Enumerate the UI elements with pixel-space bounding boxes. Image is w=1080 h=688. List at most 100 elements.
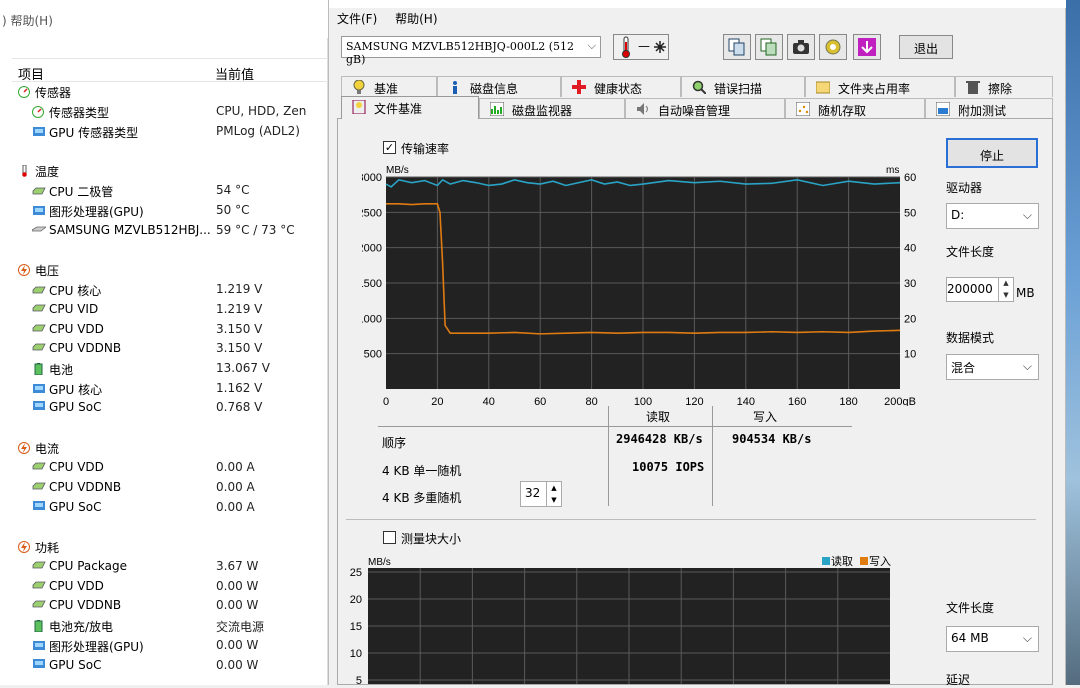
sensor-row[interactable]: CPU VDDNB 0.00 A (14, 478, 328, 498)
sensor-icon (18, 86, 30, 98)
y-tick-label: 15 (350, 621, 362, 633)
tab-error-scan-label: 错误扫描 (714, 82, 763, 96)
tab-disk-monitor-label: 磁盘监视器 (512, 104, 573, 118)
tab-aam[interactable]: 自动噪音管理 (625, 98, 785, 119)
y-tick-label: 1000 (362, 313, 382, 325)
copy-image-button[interactable] (755, 34, 783, 60)
screenshot-button[interactable] (787, 34, 815, 60)
stop-button[interactable]: 停止 (946, 138, 1038, 168)
x-tick-label: 200gB (884, 396, 916, 406)
sensor-row[interactable]: GPU 核心 1.162 V (14, 379, 328, 399)
tab-extra-tests-label: 附加测试 (958, 104, 1007, 118)
tab-erase-label: 擦除 (988, 82, 1013, 96)
sensor-group[interactable]: 温度 (14, 161, 328, 181)
data-mode-dropdown[interactable]: 混合 ⌵ (946, 354, 1039, 380)
menu-file[interactable]: 文件(F) (337, 12, 377, 26)
sensor-row[interactable]: 电池 13.067 V (14, 359, 328, 379)
sensor-row[interactable]: GPU SoC 0.00 W (14, 656, 328, 676)
transfer-rate-chart: 500 1000 1500 2000 2500 3000 10 20 30 40 50 60 0 20 40… (362, 165, 916, 406)
queue-depth-spinner[interactable]: ▲ ▼ (546, 482, 561, 506)
file-length-spinner[interactable]: ▲ ▼ (998, 277, 1013, 302)
sensor-row[interactable]: GPU SoC 0.00 A (14, 498, 328, 518)
options-button[interactable] (819, 34, 847, 60)
data-mode-value: 混合 (951, 361, 976, 375)
sensor-row-name: 图形处理器(GPU) (49, 205, 144, 219)
sensor-row[interactable]: SAMSUNG MZVLB512HBJ... 59 °C / 73 °C (14, 221, 328, 241)
col-item-header[interactable]: 项目 (18, 64, 44, 83)
folder-icon (816, 81, 830, 94)
file-length-label: 文件长度 (946, 245, 995, 259)
tab-file-benchmark[interactable]: 文件基准 (341, 96, 479, 119)
info-icon (453, 81, 457, 94)
col-value-header[interactable]: 当前值 (215, 64, 254, 83)
tab-erase[interactable]: 擦除 (955, 76, 1053, 97)
save-button[interactable] (853, 34, 881, 60)
sensor-row[interactable]: 传感器类型 CPU, HDD, Zen (14, 102, 328, 122)
sensor-row[interactable]: CPU 核心 1.219 V (14, 280, 328, 300)
drive-select[interactable]: SAMSUNG MZVLB512HBJQ-000L2 (512 gB) ⌵ (341, 36, 601, 66)
exit-button[interactable]: 退出 (899, 35, 953, 59)
x-tick-label: 160 (788, 396, 806, 406)
sensor-group[interactable]: 电压 (14, 260, 328, 280)
sensor-row[interactable]: GPU SoC 0.768 V (14, 398, 328, 418)
tab-health-label: 健康状态 (594, 82, 643, 96)
sensor-row[interactable]: CPU VDD 0.00 A (14, 458, 328, 478)
sensor-row-label: GPU SoC (32, 658, 101, 672)
tab-folder-usage[interactable]: 文件夹占用率 (805, 76, 955, 97)
extra-tests-icon (936, 102, 950, 116)
sensor-row-name: CPU 二极管 (49, 185, 114, 199)
chip-icon (32, 343, 46, 351)
sensor-row[interactable]: GPU 传感器类型 PMLog (ADL2) (14, 122, 328, 142)
drive-dropdown[interactable]: D: ⌵ (946, 203, 1039, 229)
sensor-row[interactable]: CPU VDDNB 3.150 V (14, 339, 328, 359)
sensor-row-label: GPU SoC (32, 400, 101, 414)
tab-error-scan[interactable]: 错误扫描 (681, 76, 805, 97)
tab-disk-monitor[interactable]: 磁盘监视器 (479, 98, 625, 119)
sensor-row-name: GPU SoC (49, 500, 102, 514)
sensor-row[interactable]: 电池充/放电 交流电源 (14, 616, 328, 636)
tab-extra-tests[interactable]: 附加测试 (925, 98, 1053, 119)
tab-health[interactable]: 健康状态 (561, 76, 681, 97)
window-top-strip (329, 0, 1067, 8)
sensor-row[interactable]: 图形处理器(GPU) 0.00 W (14, 636, 328, 656)
gear-icon (825, 39, 841, 55)
sensor-row-name: CPU VDDNB (49, 598, 122, 612)
tab-random-access-label: 随机存取 (818, 104, 867, 118)
copy-text-button[interactable] (723, 34, 751, 60)
sensor-row[interactable]: CPU 二极管 54 °C (14, 181, 328, 201)
sensor-row-name: 传感器类型 (49, 106, 110, 120)
sensor-row[interactable]: CPU VDDNB 0.00 W (14, 596, 328, 616)
chevron-down-icon: ⌵ (1022, 359, 1032, 373)
sensor-row-label: CPU VDD (32, 579, 104, 593)
sensor-row[interactable]: 图形处理器(GPU) 50 °C (14, 201, 328, 221)
tab-random-access[interactable]: 随机存取 (785, 98, 925, 119)
tab-benchmark[interactable]: 基准 (341, 76, 437, 97)
y-axis-unit: MB/s (386, 165, 409, 176)
chip-icon (32, 187, 46, 195)
sensor-group[interactable]: 传感器 (14, 82, 328, 102)
seq-write-value: 904534 KB/s (732, 432, 812, 446)
transfer-rate-checkbox[interactable]: ✓ (383, 141, 396, 154)
left-help-menu[interactable]: ) 帮助(H) (2, 14, 53, 28)
gpu-icon (33, 206, 45, 215)
block-size-checkbox[interactable] (383, 531, 396, 544)
hdtune-window: 文件(F) 帮助(H) SAMSUNG MZVLB512HBJQ-000L2 (… (328, 0, 1067, 687)
x-tick-label: 0 (383, 396, 389, 406)
sensor-group[interactable]: 电流 (14, 438, 328, 458)
sensor-row-value: 0.00 A (216, 480, 255, 494)
menu-bar: 文件(F) 帮助(H) (337, 10, 452, 27)
sensor-row-label: 电压 (18, 262, 59, 279)
sensor-row[interactable]: CPU Package 3.67 W (14, 557, 328, 577)
sensor-row[interactable]: CPU VDD 3.150 V (14, 320, 328, 340)
file-length-2-dropdown[interactable]: 64 MB ⌵ (946, 626, 1039, 652)
sensor-row[interactable]: CPU VDD 0.00 W (14, 577, 328, 597)
y-tick-label: 3000 (362, 172, 382, 184)
sensor-row-label: CPU VDD (32, 460, 104, 474)
sensor-row-name: GPU 传感器类型 (49, 126, 139, 140)
sensor-group[interactable]: 功耗 (14, 537, 328, 557)
sensor-row[interactable]: CPU VID 1.219 V (14, 300, 328, 320)
tab-disk-info[interactable]: 磁盘信息 (437, 76, 561, 97)
gpu-icon (33, 384, 45, 393)
menu-help[interactable]: 帮助(H) (395, 12, 437, 26)
sensor-icon (32, 106, 44, 118)
